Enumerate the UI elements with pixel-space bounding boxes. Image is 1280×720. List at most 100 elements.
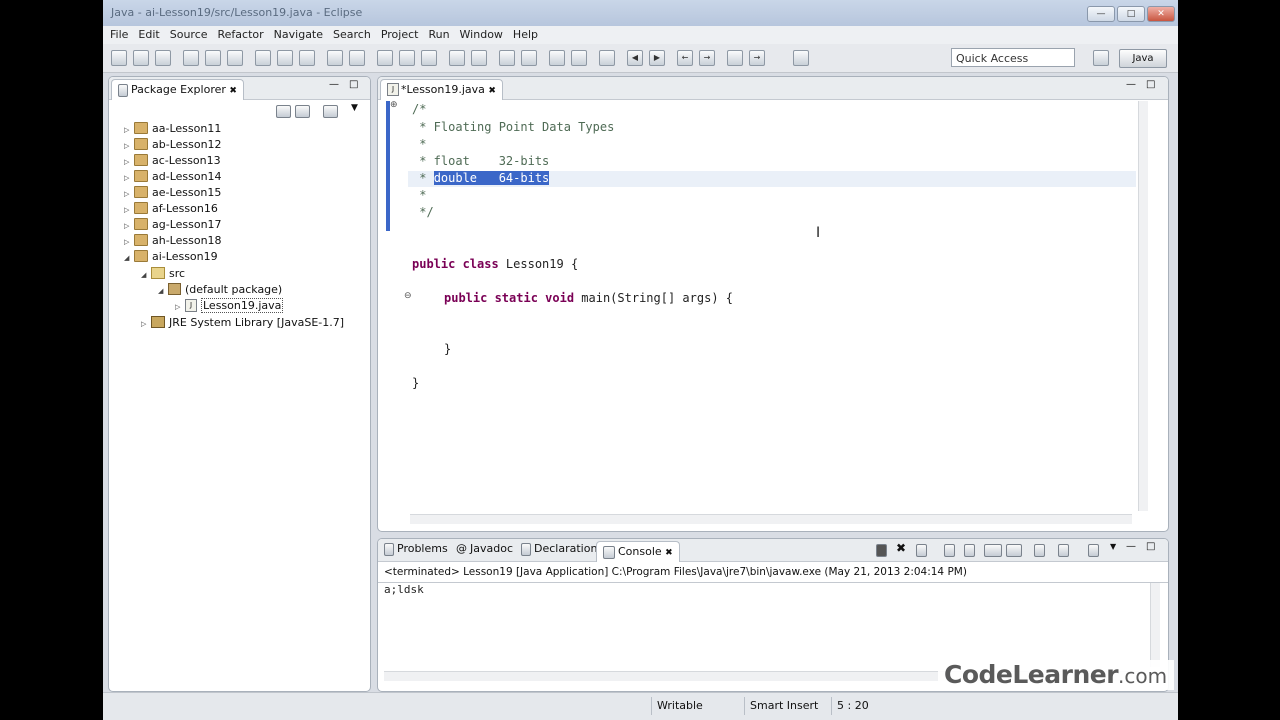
terminate-icon[interactable] — [876, 544, 887, 557]
expand-arrow-icon[interactable]: ▷ — [141, 316, 151, 332]
collapse-arrow-icon[interactable]: ◢ — [141, 267, 151, 283]
tree-item-project[interactable]: ▷ ah-Lesson18 — [124, 233, 222, 249]
menu-project[interactable]: Project — [376, 27, 424, 43]
expand-arrow-icon[interactable]: ▷ — [124, 202, 134, 218]
open-perspective-icon[interactable] — [1093, 50, 1109, 66]
menu-source[interactable]: Source — [165, 27, 213, 43]
code-line-close-main[interactable]: } — [444, 341, 451, 357]
tab-javadoc[interactable]: @ Javadoc — [456, 542, 513, 555]
menu-window[interactable]: Window — [455, 27, 508, 43]
menu-navigate[interactable]: Navigate — [269, 27, 328, 43]
new-class-icon[interactable] — [299, 50, 315, 66]
new-package-icon[interactable] — [277, 50, 293, 66]
tree-item-project[interactable]: ▷ ag-Lesson17 — [124, 217, 222, 233]
view-menu-icon[interactable] — [323, 105, 338, 118]
menu-file[interactable]: File — [105, 27, 133, 43]
new-icon[interactable] — [111, 50, 127, 66]
close-tab-icon[interactable]: ✖ — [229, 86, 237, 96]
display-console-icon[interactable] — [1034, 544, 1045, 557]
code-line-3[interactable]: * — [412, 136, 426, 152]
scroll-lock-icon[interactable] — [964, 544, 975, 557]
close-tab-icon[interactable]: ✖ — [665, 548, 673, 558]
menu-search[interactable]: Search — [328, 27, 376, 43]
menu-help[interactable]: Help — [508, 27, 543, 43]
toolbar-arrow-icon[interactable]: → — [749, 50, 765, 66]
tree-item-project[interactable]: ▷ ac-Lesson13 — [124, 153, 221, 169]
editor-vertical-scrollbar[interactable] — [1138, 101, 1148, 511]
collapse-arrow-icon[interactable]: ◢ — [158, 283, 168, 299]
tree-item-project[interactable]: ▷ ae-Lesson15 — [124, 185, 221, 201]
pin-editor-icon[interactable] — [549, 50, 565, 66]
new-java-project-icon[interactable] — [255, 50, 271, 66]
collapse-all-icon[interactable] — [276, 105, 291, 118]
tree-item-src[interactable]: ◢ src — [141, 266, 185, 282]
code-line-1[interactable]: /* — [412, 101, 426, 117]
save-icon[interactable] — [133, 50, 149, 66]
minimize-view-icon[interactable]: — — [1126, 79, 1136, 90]
minimize-view-icon[interactable]: — — [1126, 541, 1136, 552]
tree-item-default-package[interactable]: ◢ (default package) — [158, 282, 282, 298]
code-line-main[interactable]: public static void main(String[] args) { — [444, 290, 733, 306]
tab-console[interactable]: Console ✖ — [596, 541, 680, 562]
console-output[interactable]: a;ldsk — [384, 582, 424, 598]
open-task-icon[interactable] — [449, 50, 465, 66]
close-icon[interactable]: ✕ — [1147, 6, 1175, 22]
prev-annotation-icon[interactable] — [521, 50, 537, 66]
search-icon[interactable] — [349, 50, 365, 66]
nav-back-icon[interactable]: ← — [677, 50, 693, 66]
maximize-icon[interactable]: □ — [1117, 6, 1145, 22]
java-perspective-button[interactable]: Java — [1119, 49, 1167, 68]
link-with-editor-icon[interactable] — [295, 105, 310, 118]
fold-expand-icon[interactable]: ⊖ — [404, 291, 412, 301]
code-line-5[interactable]: * double 64-bits — [412, 170, 550, 186]
quick-access-input[interactable]: Quick Access — [951, 48, 1075, 67]
expand-arrow-icon[interactable]: ▷ — [124, 234, 134, 250]
tree-item-project[interactable]: ▷ aa-Lesson11 — [124, 121, 221, 137]
new-console-icon[interactable] — [1088, 544, 1099, 557]
tree-item-file[interactable]: ▷ J Lesson19.java — [175, 298, 284, 315]
minimize-icon[interactable]: — — [1087, 6, 1115, 22]
maximize-view-icon[interactable]: □ — [349, 79, 358, 90]
open-type-icon[interactable] — [327, 50, 343, 66]
maximize-view-icon[interactable]: □ — [1146, 541, 1155, 552]
print-icon[interactable] — [155, 50, 171, 66]
back-icon[interactable]: ◀ — [627, 50, 643, 66]
code-line-6[interactable]: * — [412, 187, 426, 203]
expand-arrow-icon[interactable]: ▷ — [124, 218, 134, 234]
expand-arrow-icon[interactable]: ▷ — [124, 186, 134, 202]
forward-icon[interactable]: ▶ — [649, 50, 665, 66]
open-console-icon[interactable] — [727, 50, 743, 66]
close-tab-icon[interactable]: ✖ — [488, 86, 496, 96]
remove-all-icon[interactable] — [916, 544, 927, 557]
debug-icon[interactable] — [183, 50, 199, 66]
tree-item-project[interactable]: ▷ ab-Lesson12 — [124, 137, 222, 153]
code-line-2[interactable]: * Floating Point Data Types — [412, 119, 614, 135]
pin-console-icon[interactable] — [984, 544, 1002, 557]
run-last-icon[interactable] — [377, 50, 393, 66]
menu-refactor[interactable]: Refactor — [213, 27, 269, 43]
tree-item-project-expanded[interactable]: ◢ ai-Lesson19 — [124, 249, 218, 265]
editor-horizontal-scrollbar[interactable] — [410, 514, 1132, 524]
expand-arrow-icon[interactable]: ▷ — [124, 154, 134, 170]
run-icon[interactable] — [205, 50, 221, 66]
chevron-down-icon[interactable]: ▼ — [1110, 542, 1116, 551]
coverage-icon[interactable] — [399, 50, 415, 66]
tree-item-project[interactable]: ▷ ad-Lesson14 — [124, 169, 222, 185]
fold-collapse-icon[interactable]: ⊕ — [390, 100, 398, 110]
expand-arrow-icon[interactable]: ▷ — [124, 170, 134, 186]
expand-arrow-icon[interactable]: ▷ — [175, 299, 185, 315]
tab-lesson19-java[interactable]: J *Lesson19.java ✖ — [380, 79, 503, 100]
console-vertical-scrollbar[interactable] — [1150, 583, 1160, 667]
menu-edit[interactable]: Edit — [133, 27, 164, 43]
code-line-class[interactable]: public class Lesson19 { — [412, 256, 578, 272]
last-edit-icon[interactable] — [571, 50, 587, 66]
toggle-mark-icon[interactable] — [471, 50, 487, 66]
menu-run[interactable]: Run — [423, 27, 454, 43]
code-line-4[interactable]: * float 32-bits — [412, 153, 549, 169]
word-wrap-icon[interactable] — [1006, 544, 1022, 557]
open-console-dropdown-icon[interactable] — [1058, 544, 1069, 557]
code-line-7[interactable]: */ — [412, 204, 433, 220]
link-icon[interactable] — [793, 50, 809, 66]
nav-forward-icon[interactable]: → — [699, 50, 715, 66]
clear-console-icon[interactable] — [944, 544, 955, 557]
